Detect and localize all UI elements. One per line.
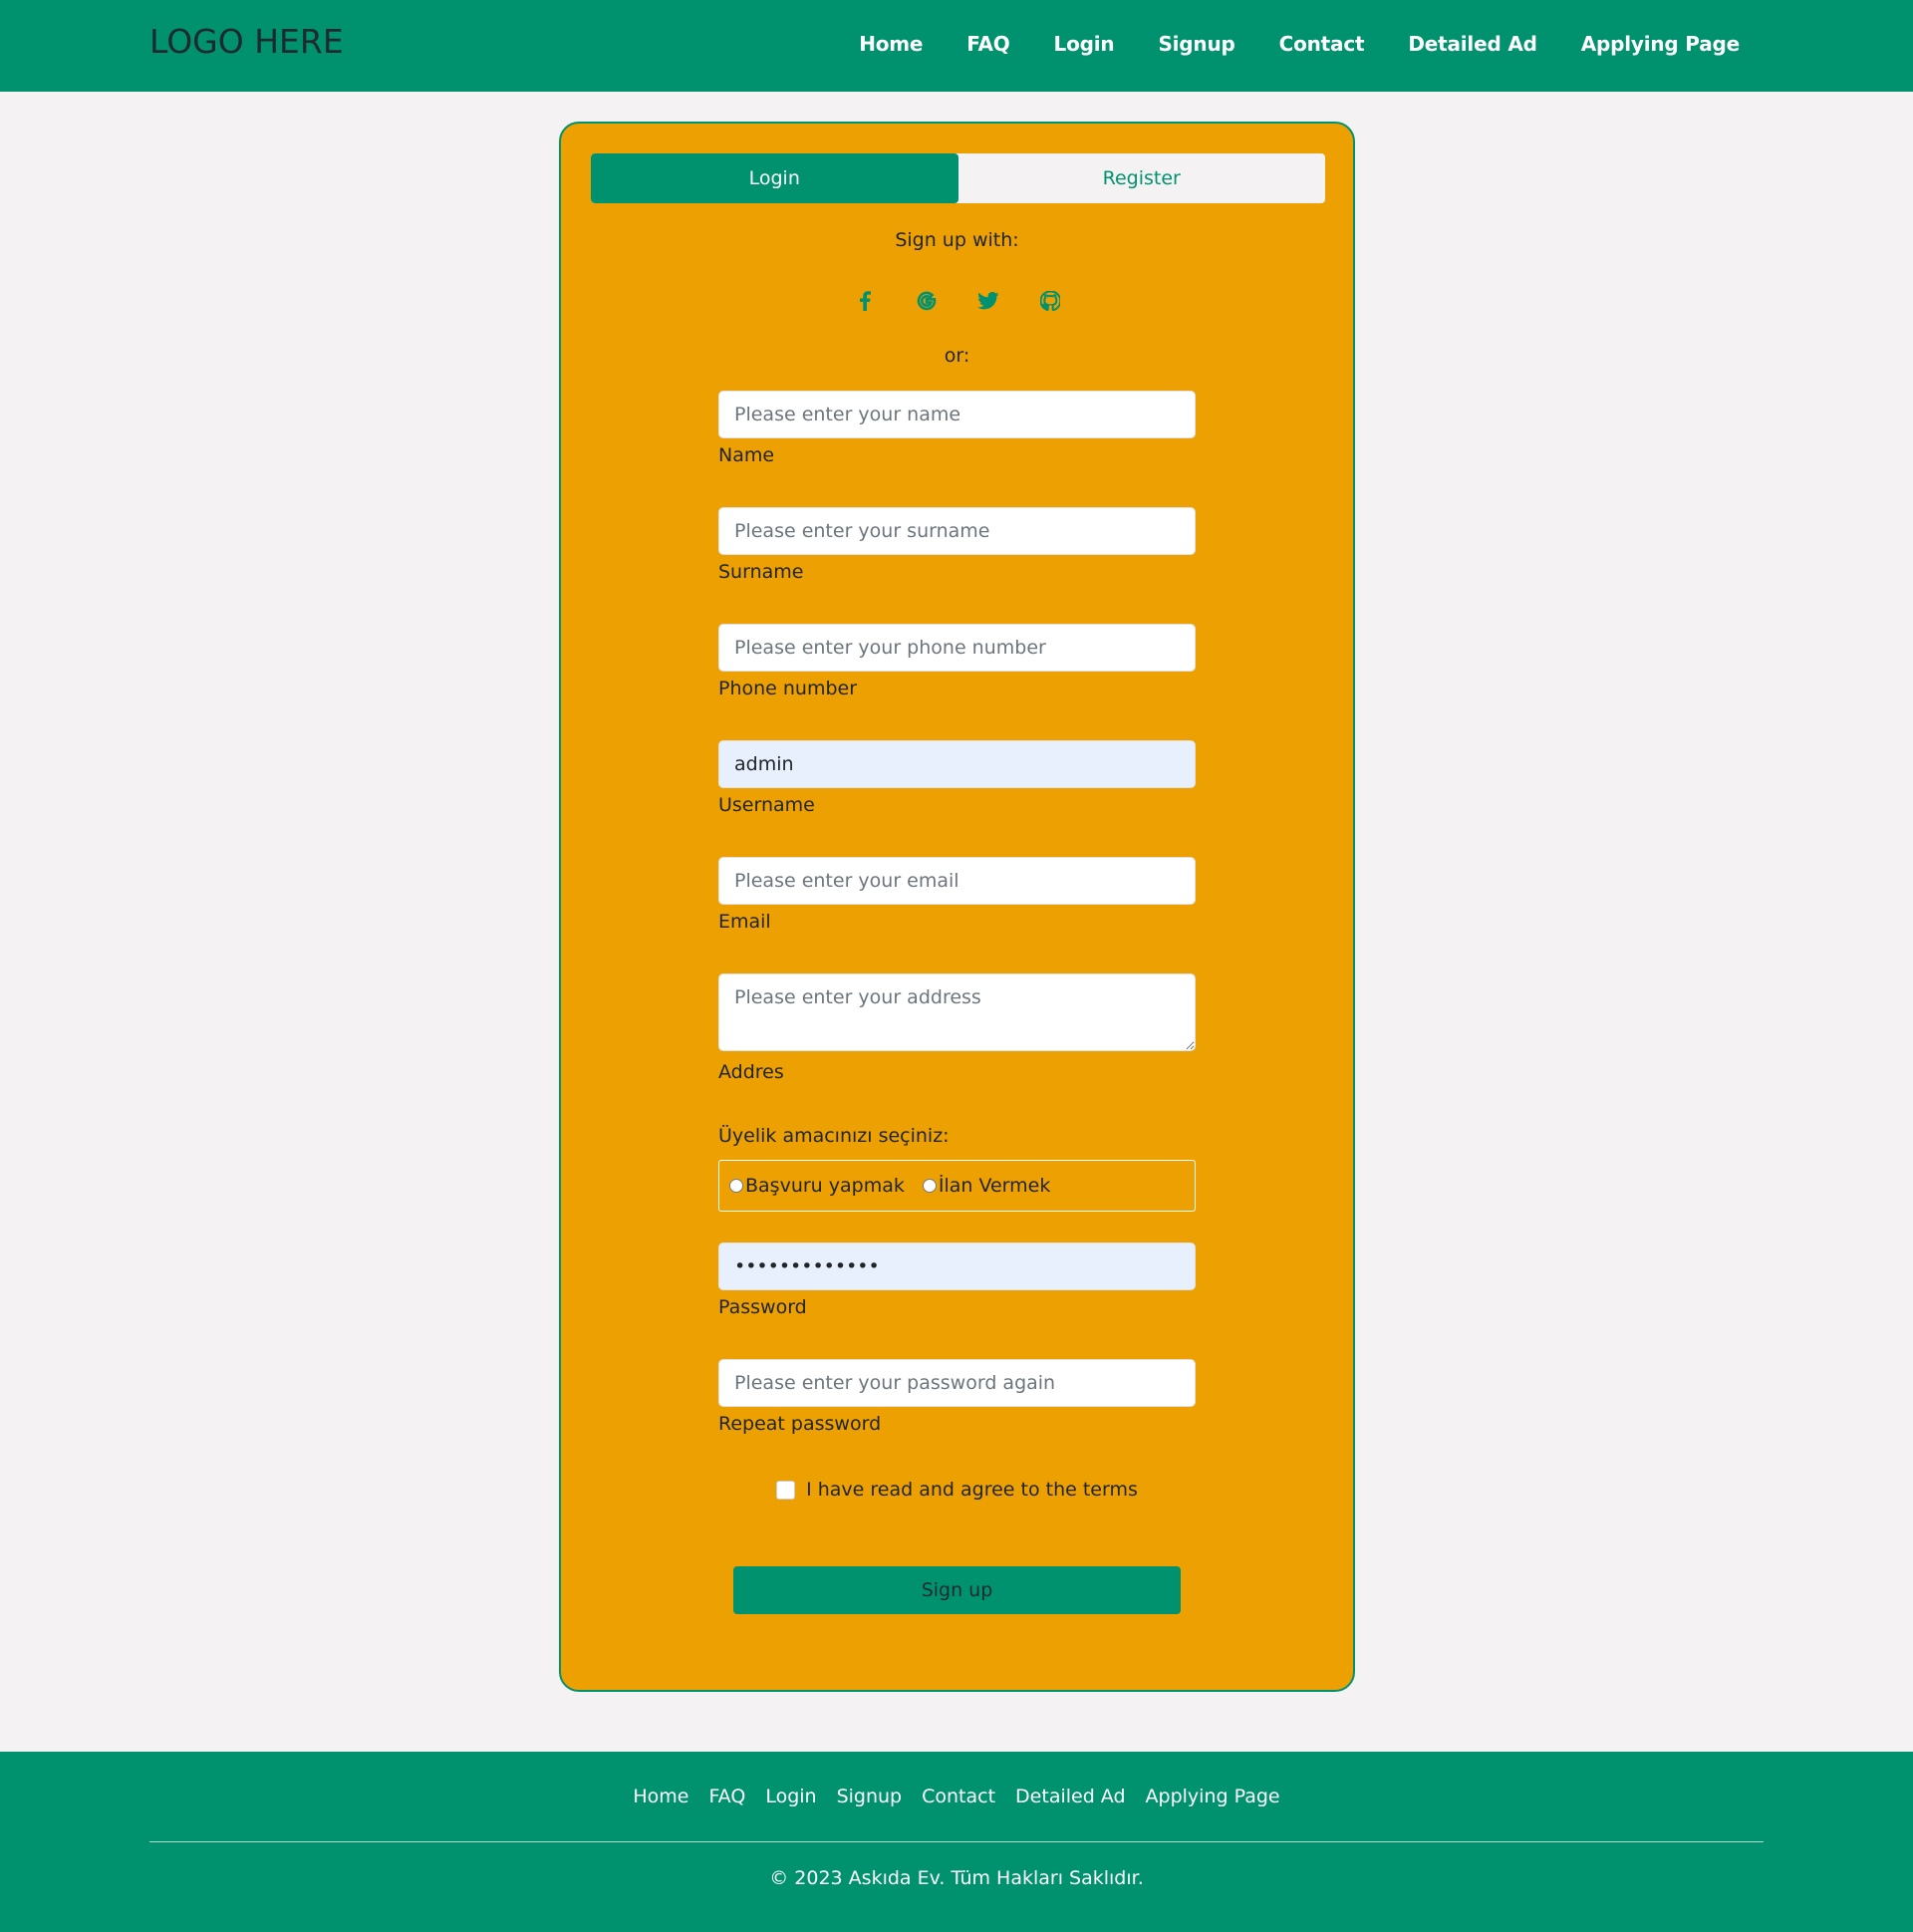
nav-link-login[interactable]: Login <box>1054 32 1115 56</box>
address-field-group: Addres <box>718 973 1196 1083</box>
or-divider-text: or: <box>944 345 970 367</box>
auth-tabs: Login Register <box>591 153 1325 203</box>
social-buttons <box>561 287 1353 315</box>
google-icon[interactable] <box>913 287 941 315</box>
phone-field-group: Phone number <box>718 624 1196 699</box>
footer-link-contact[interactable]: Contact <box>922 1786 995 1807</box>
phone-label: Phone number <box>718 678 858 699</box>
repeat-password-label: Repeat password <box>718 1413 882 1435</box>
terms-checkbox[interactable] <box>776 1480 796 1500</box>
tab-login[interactable]: Login <box>591 153 958 203</box>
radio-apply[interactable]: Başvuru yapmak <box>729 1175 905 1197</box>
email-field-group: Email <box>718 857 1196 933</box>
github-icon[interactable] <box>1036 287 1064 315</box>
nav-link-home[interactable]: Home <box>859 32 923 56</box>
tab-register[interactable]: Register <box>958 153 1326 203</box>
name-field-group: Name <box>718 391 1196 466</box>
radio-post-ad-label: İlan Vermek <box>938 1175 1051 1197</box>
footer-link-faq[interactable]: FAQ <box>709 1786 746 1807</box>
nav-link-detailed-ad[interactable]: Detailed Ad <box>1408 32 1537 56</box>
footer: Home FAQ Login Signup Contact Detailed A… <box>0 1752 1913 1932</box>
logo[interactable]: LOGO HERE <box>149 22 344 61</box>
address-label: Addres <box>718 1061 784 1083</box>
password-field-group: Password <box>718 1242 1196 1318</box>
name-input[interactable] <box>718 391 1196 438</box>
surname-input[interactable] <box>718 507 1196 555</box>
footer-link-applying-page[interactable]: Applying Page <box>1146 1786 1280 1807</box>
nav-link-contact[interactable]: Contact <box>1279 32 1365 56</box>
password-label: Password <box>718 1296 807 1318</box>
footer-link-login[interactable]: Login <box>765 1786 816 1807</box>
repeat-password-input[interactable] <box>718 1359 1196 1407</box>
terms-row: I have read and agree to the terms <box>561 1479 1353 1501</box>
surname-label: Surname <box>718 561 804 583</box>
signup-with-text: Sign up with: <box>895 229 1019 251</box>
password-input[interactable] <box>718 1242 1196 1290</box>
name-label: Name <box>718 444 775 466</box>
twitter-icon[interactable] <box>974 287 1002 315</box>
navbar: LOGO HERE Home FAQ Login Signup Contact … <box>0 0 1913 92</box>
footer-link-detailed-ad[interactable]: Detailed Ad <box>1015 1786 1125 1807</box>
footer-link-signup[interactable]: Signup <box>837 1786 903 1807</box>
nav-link-faq[interactable]: FAQ <box>966 32 1009 56</box>
copyright-text: © 2023 Askıda Ev. Tüm Hakları Saklıdır. <box>769 1867 1144 1889</box>
nav-link-applying-page[interactable]: Applying Page <box>1581 32 1740 56</box>
username-label: Username <box>718 794 815 816</box>
username-input[interactable] <box>718 740 1196 788</box>
membership-purpose-label: Üyelik amacınızı seçiniz: <box>718 1125 950 1147</box>
repeat-password-field-group: Repeat password <box>718 1359 1196 1435</box>
footer-links: Home FAQ Login Signup Contact Detailed A… <box>0 1786 1913 1807</box>
phone-input[interactable] <box>718 624 1196 672</box>
signup-button[interactable]: Sign up <box>733 1566 1181 1614</box>
nav-link-signup[interactable]: Signup <box>1158 32 1234 56</box>
footer-link-home[interactable]: Home <box>633 1786 688 1807</box>
radio-apply-circle[interactable] <box>729 1179 743 1193</box>
footer-divider <box>149 1841 1764 1842</box>
radio-post-ad[interactable]: İlan Vermek <box>922 1175 1051 1197</box>
radio-post-ad-circle[interactable] <box>922 1179 937 1193</box>
signup-card: Login Register Sign up with: or: Name Su… <box>559 122 1355 1692</box>
email-label: Email <box>718 911 771 933</box>
facebook-icon[interactable] <box>851 287 879 315</box>
radio-apply-label: Başvuru yapmak <box>745 1175 905 1197</box>
email-input[interactable] <box>718 857 1196 905</box>
nav-links: Home FAQ Login Signup Contact Detailed A… <box>815 32 1740 56</box>
membership-purpose-radios: Başvuru yapmak İlan Vermek <box>718 1160 1196 1212</box>
terms-label: I have read and agree to the terms <box>806 1479 1138 1501</box>
surname-field-group: Surname <box>718 507 1196 583</box>
username-field-group: Username <box>718 740 1196 816</box>
address-textarea[interactable] <box>718 973 1196 1051</box>
